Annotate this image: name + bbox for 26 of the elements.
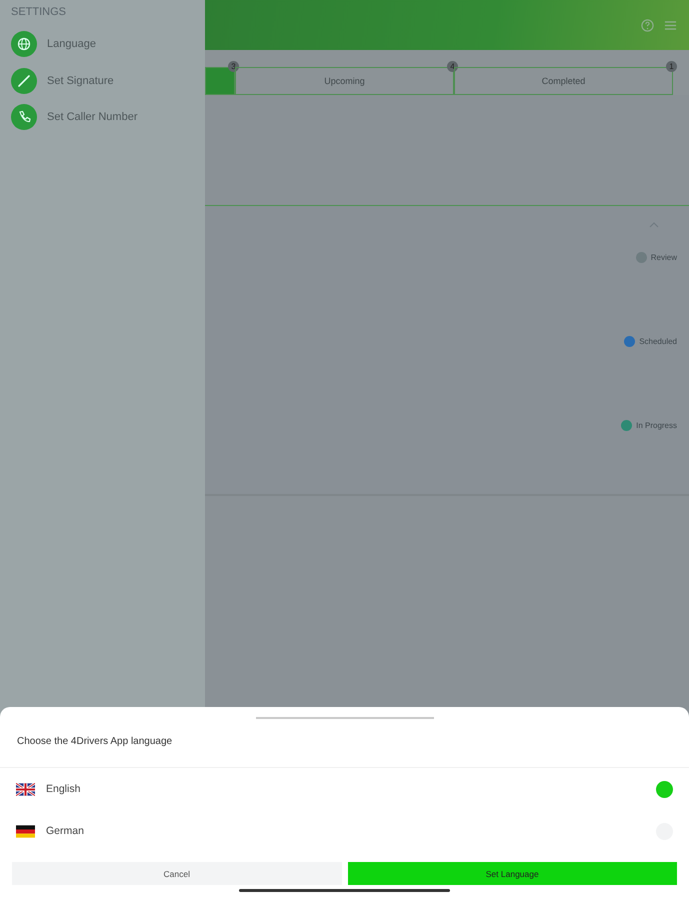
cancel-button[interactable]: Cancel <box>12 862 342 885</box>
chevron-up-icon[interactable] <box>649 222 659 228</box>
globe-icon <box>11 31 37 58</box>
count-badge: 4 <box>447 61 458 72</box>
language-option[interactable]: English <box>0 768 689 810</box>
drag-handle[interactable] <box>256 717 434 719</box>
status-label: Review <box>650 253 677 262</box>
menu-item[interactable]: Set Caller Number <box>0 99 205 136</box>
status-label: In Progress <box>636 421 677 430</box>
tab[interactable]: Upcoming <box>235 67 454 95</box>
pen-icon <box>11 68 37 94</box>
radio-button[interactable] <box>656 780 673 798</box>
sheet-title: Choose the 4Drivers App language <box>0 719 689 768</box>
flag-icon <box>16 782 35 796</box>
set-language-button[interactable]: Set Language <box>348 862 677 885</box>
menu-icon[interactable] <box>664 18 677 32</box>
section-heading: SETTINGS <box>10 5 68 20</box>
menu-item[interactable]: Set Signature <box>0 62 205 99</box>
phone-icon <box>11 104 37 130</box>
count-badge: 1 <box>666 61 677 72</box>
menu-item[interactable]: Language <box>0 26 205 62</box>
help-icon[interactable] <box>641 18 654 32</box>
status-label: Scheduled <box>639 337 677 346</box>
language-option[interactable]: German <box>0 810 689 852</box>
tab[interactable]: Completed <box>454 67 673 95</box>
flag-icon <box>16 824 35 838</box>
